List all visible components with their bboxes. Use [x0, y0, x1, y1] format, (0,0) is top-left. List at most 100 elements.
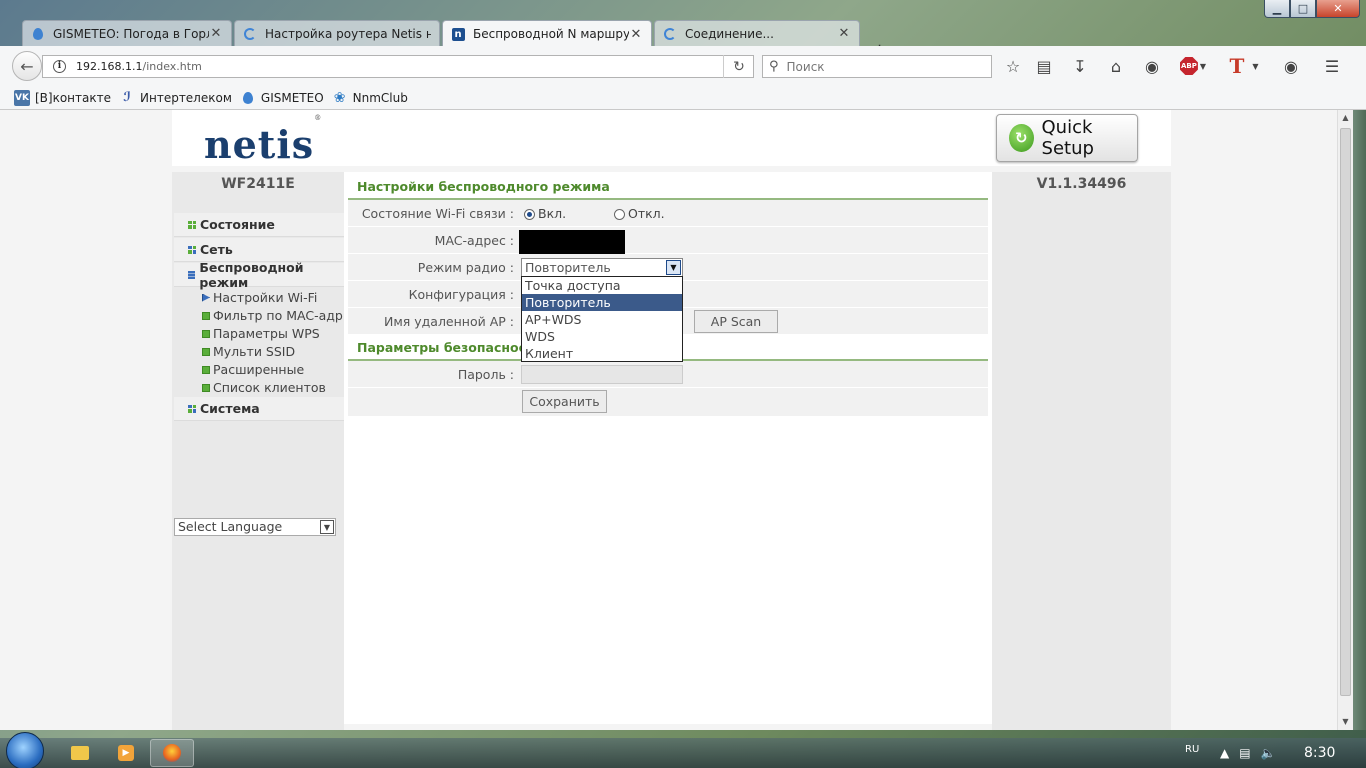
tab-title: Беспроводной N маршрут...	[473, 27, 629, 41]
menu-label: Беспроводной режим	[199, 259, 304, 290]
chevron-down-icon: ▼	[666, 260, 681, 275]
tray-expand-arrow-icon[interactable]: ▲	[1220, 746, 1229, 760]
tab-router-setup[interactable]: Настройка роутера Netis н...	[234, 20, 440, 46]
tab-close-icon[interactable]: ✕	[837, 26, 851, 41]
collapse-icon	[188, 270, 196, 279]
bookmark-gismeteo[interactable]: GISMETEO	[240, 90, 324, 106]
dropdown-option-wds[interactable]: WDS	[522, 328, 682, 345]
folder-icon	[71, 746, 89, 760]
row-mac: MAC-адрес :	[348, 227, 988, 254]
router-header: netis® ↻ Quick Setup	[172, 110, 1171, 167]
submenu-advanced[interactable]: Расширенные	[202, 362, 304, 377]
wifi-off-radio[interactable]: Откл.	[614, 206, 665, 221]
volume-icon[interactable]: 🔈	[1261, 746, 1276, 760]
bookmark-label: Интертелеком	[140, 90, 232, 105]
windows-taskbar: ▶ RU ▲ ▤ 🔈 8:30	[0, 732, 1366, 768]
submenu-wps[interactable]: Параметры WPS	[202, 326, 320, 341]
scroll-up-arrow-icon[interactable]: ▲	[1338, 110, 1353, 126]
refresh-arrow-icon: ↻	[1009, 124, 1034, 152]
router-main-content: Настройки беспроводного режима Состояние…	[344, 172, 992, 724]
adblock-plus-icon[interactable]: ABP ▼	[1178, 56, 1208, 76]
wifi-on-radio[interactable]: Вкл.	[524, 206, 566, 221]
tab-gismeteo[interactable]: GISMETEO: Погода в Горло... ✕	[22, 20, 232, 46]
dropdown-option-repeater[interactable]: Повторитель	[522, 294, 682, 311]
chevron-down-icon: ▼	[320, 520, 334, 534]
netis-n-icon: n	[451, 27, 465, 41]
radio-mode-select[interactable]: Повторитель ▼	[521, 258, 683, 277]
reading-list-icon[interactable]: ▤	[1034, 56, 1054, 76]
close-window-button[interactable]: ✕	[1316, 0, 1360, 18]
radio-mode-label: Режим радио :	[417, 260, 514, 275]
submenu-client-list[interactable]: Список клиентов	[202, 380, 326, 395]
pocket-icon[interactable]: ◉	[1142, 56, 1162, 76]
translate-t-icon[interactable]: T ▼	[1224, 54, 1264, 78]
tab-netis-active[interactable]: n Беспроводной N маршрут... ✕	[442, 20, 652, 47]
intertelecom-icon: ℐ	[123, 90, 131, 105]
dropdown-option-ap-wds[interactable]: AP+WDS	[522, 311, 682, 328]
tab-title: GISMETEO: Погода в Горло...	[53, 26, 209, 41]
loading-spinner-icon	[663, 27, 677, 41]
bookmark-vk[interactable]: VK [В]контакте	[14, 89, 111, 106]
back-arrow-icon[interactable]: ←	[12, 51, 42, 81]
quick-setup-button[interactable]: ↻ Quick Setup	[996, 114, 1138, 162]
bookmark-nnmclub[interactable]: ❀ NnmClub	[332, 90, 408, 106]
row-wifi-state: Состояние Wi-Fi связи : Вкл. Откл.	[348, 200, 988, 226]
tab-title: Соединение...	[685, 26, 774, 41]
submenu-mac-filter[interactable]: Фильтр по MAC-адр.	[202, 308, 347, 323]
menu-label: Состояние	[200, 217, 275, 232]
url-host: 192.168.1.1	[76, 60, 143, 73]
downloads-icon[interactable]: ↧	[1070, 56, 1090, 76]
home-icon[interactable]: ⌂	[1106, 56, 1126, 76]
clock[interactable]: 8:30	[1304, 745, 1335, 761]
expand-plus-icon	[188, 220, 196, 229]
grid-icon	[188, 404, 196, 413]
radio-mode-dropdown-list[interactable]: Точка доступа Повторитель AP+WDS WDS Кли…	[521, 276, 683, 362]
search-input[interactable]: ⚲ Поиск	[762, 55, 992, 78]
network-icon[interactable]: ▤	[1239, 746, 1250, 760]
tab-connection[interactable]: Соединение... ✕	[654, 20, 860, 46]
taskbar-media-player[interactable]: ▶	[104, 739, 148, 767]
minimize-button[interactable]: ▁	[1264, 0, 1290, 18]
menu-network[interactable]: Сеть	[174, 238, 344, 262]
scroll-down-arrow-icon[interactable]: ▼	[1338, 714, 1353, 730]
tab-close-icon[interactable]: ✕	[209, 26, 223, 41]
taskbar-explorer[interactable]	[58, 739, 102, 767]
keyboard-language[interactable]: RU	[1185, 744, 1199, 755]
page-viewport: netis® ↻ Quick Setup WF2411E Состояние С…	[0, 110, 1337, 730]
butterfly-icon: ❀	[333, 89, 346, 106]
dropdown-option-client[interactable]: Клиент	[522, 345, 682, 362]
password-field[interactable]	[521, 365, 683, 384]
firefox-icon	[163, 744, 181, 762]
info-icon[interactable]: i	[53, 60, 66, 73]
mac-label: MAC-адрес :	[434, 233, 514, 248]
dropdown-option-access-point[interactable]: Точка доступа	[522, 277, 682, 294]
page-scrollbar[interactable]: ▲ ▼	[1337, 110, 1353, 730]
submenu-multi-ssid[interactable]: Мульти SSID	[202, 344, 295, 359]
reload-icon[interactable]: ↻	[723, 55, 754, 78]
bullet-icon	[202, 329, 210, 338]
bookmark-star-icon[interactable]: ☆	[1003, 56, 1023, 76]
taskbar-firefox[interactable]	[150, 739, 194, 767]
submenu-wifi-settings[interactable]: Настройки Wi-Fi	[202, 290, 317, 305]
language-select[interactable]: Select Language ▼	[174, 518, 336, 536]
current-arrow-icon	[202, 293, 210, 302]
menu-system[interactable]: Система	[174, 397, 344, 421]
bookmark-intertelecom[interactable]: ℐ Интертелеком	[119, 90, 232, 106]
save-button[interactable]: Сохранить	[522, 390, 607, 413]
start-orb-icon[interactable]	[6, 732, 44, 768]
ap-scan-button[interactable]: AP Scan	[694, 310, 778, 333]
maximize-button[interactable]: □	[1290, 0, 1316, 18]
menu-status[interactable]: Состояние	[174, 213, 344, 237]
router-sidebar: WF2411E Состояние Сеть Беспроводной режи…	[172, 172, 347, 730]
scrollbar-thumb[interactable]	[1340, 128, 1351, 696]
tab-close-icon[interactable]: ✕	[629, 27, 643, 42]
hamburger-menu-icon[interactable]: ☰	[1322, 56, 1342, 76]
firmware-version: V1.1.34496	[1036, 176, 1127, 192]
remote-ap-label: Имя удаленной AP :	[383, 314, 514, 329]
grid-icon	[188, 245, 196, 254]
address-bar[interactable]: i 192.168.1.1/index.htm	[42, 55, 754, 78]
mac-address-redacted	[519, 230, 625, 254]
extension-eye-icon[interactable]: ◉	[1281, 56, 1301, 76]
menu-wireless[interactable]: Беспроводной режим	[174, 259, 344, 290]
bookmark-label: [В]контакте	[35, 90, 111, 105]
